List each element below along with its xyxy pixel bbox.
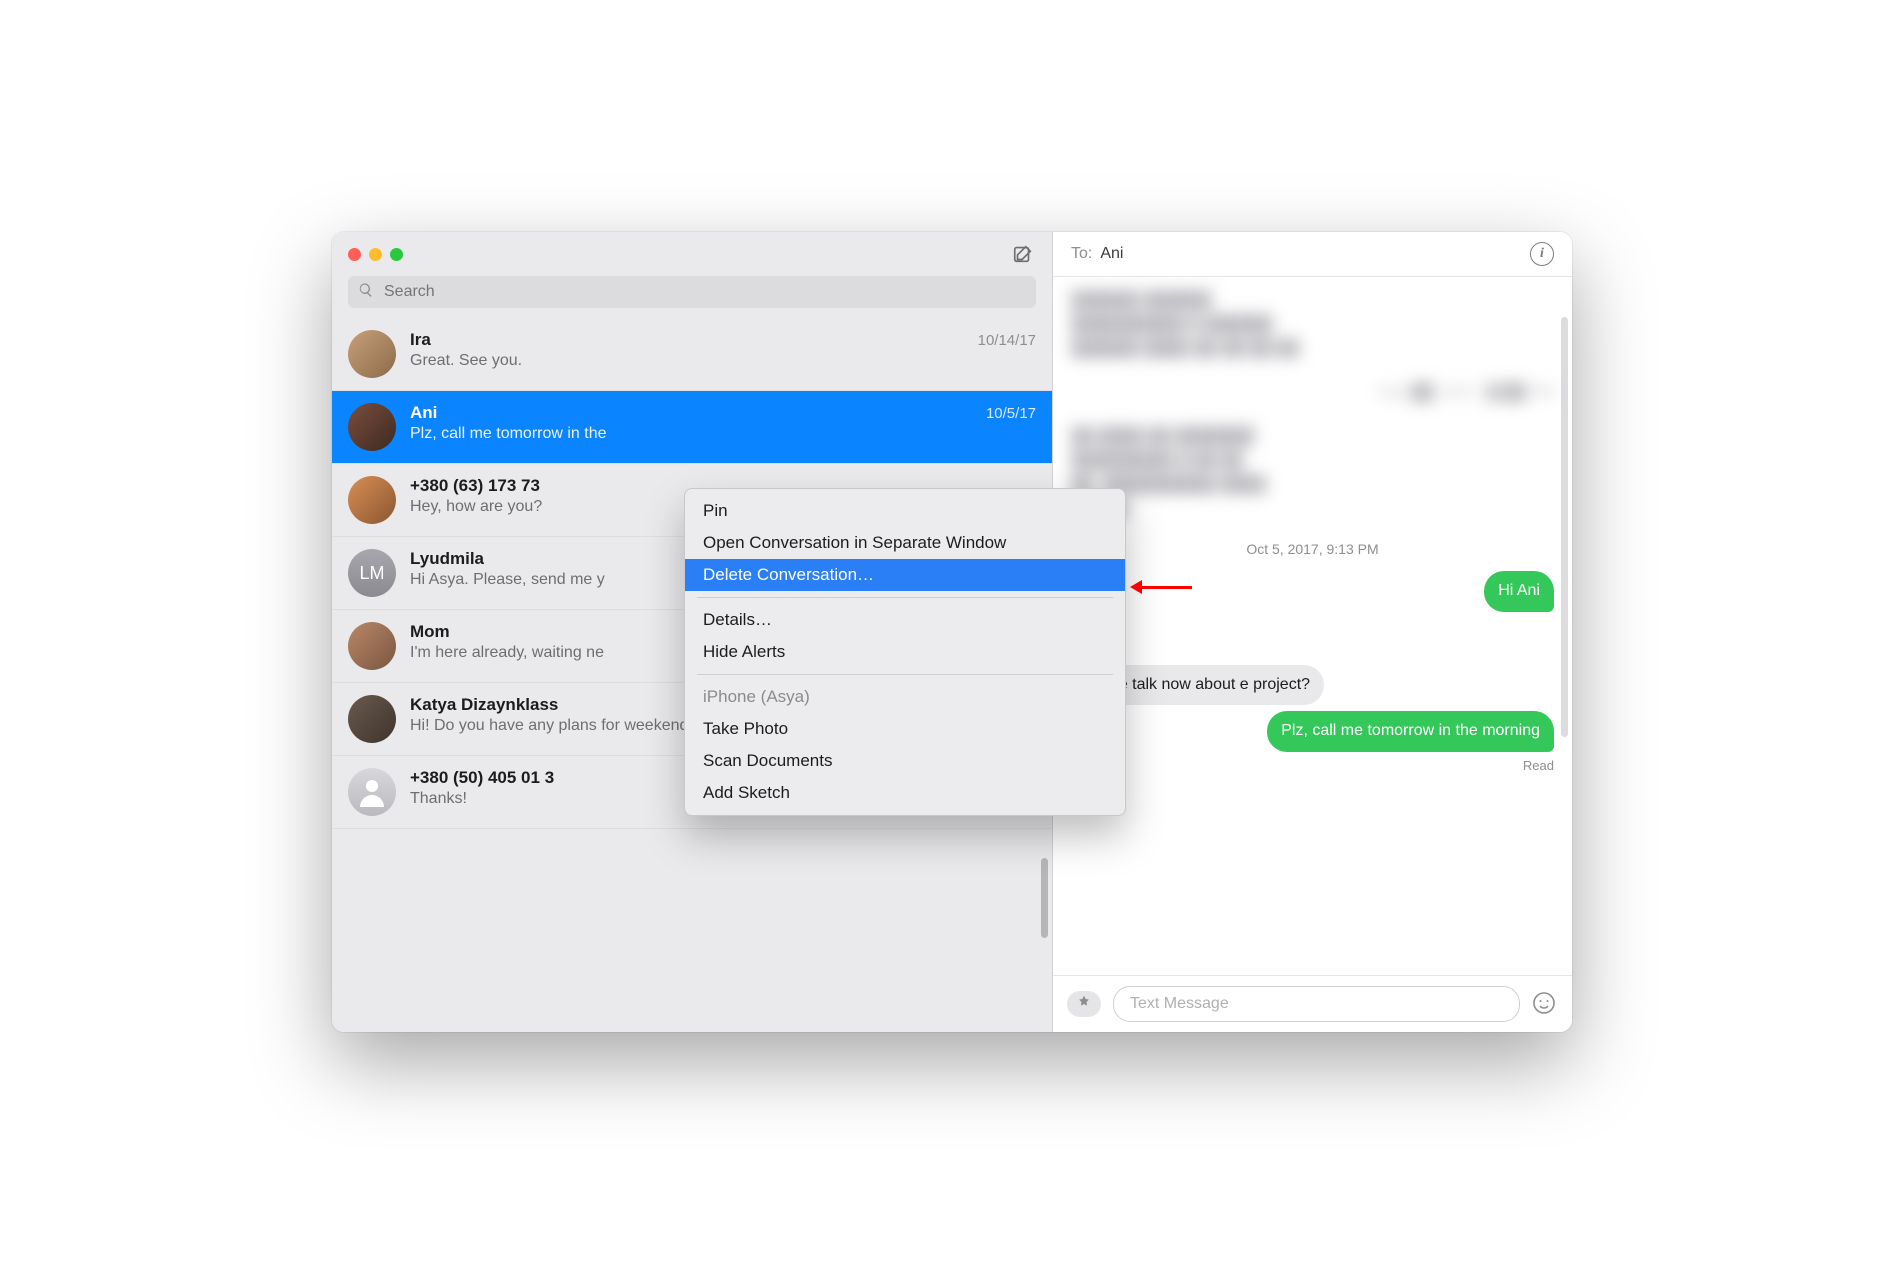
message-field[interactable] [1113, 986, 1520, 1022]
avatar [348, 622, 396, 670]
to-name: Ani [1100, 245, 1123, 263]
menu-item-pin[interactable]: Pin [685, 495, 1125, 527]
titlebar [332, 232, 1052, 276]
conversation-date: 10/14/17 [978, 332, 1036, 349]
conversation-name: Ira [410, 330, 431, 350]
search-field[interactable] [348, 276, 1036, 308]
menu-item-take-photo[interactable]: Take Photo [685, 713, 1125, 745]
emoji-button[interactable] [1532, 991, 1558, 1017]
compose-button[interactable] [1010, 241, 1036, 267]
message-list: ██████ ██████ ██████████ █ ██████ ██████… [1053, 277, 1572, 975]
avatar [348, 330, 396, 378]
avatar [348, 403, 396, 451]
to-label: To: [1071, 245, 1092, 263]
conversation-preview: Great. See you. [410, 352, 1036, 370]
chat-scrollbar[interactable] [1561, 317, 1568, 737]
apps-button[interactable] [1067, 991, 1101, 1017]
window-controls [348, 248, 403, 261]
search-input[interactable] [382, 282, 1026, 302]
menu-item-scan-documents[interactable]: Scan Documents [685, 745, 1125, 777]
menu-separator [697, 674, 1113, 675]
conversation-preview: Plz, call me tomorrow in the [410, 425, 1036, 443]
avatar: LM [348, 549, 396, 597]
conversation-name: Mom [410, 622, 450, 642]
conversation-date: 10/5/17 [986, 405, 1036, 422]
zoom-window-button[interactable] [390, 248, 403, 261]
menu-item-hide-alerts[interactable]: Hide Alerts [685, 636, 1125, 668]
menu-item-delete-conversation[interactable]: Delete Conversation… [685, 559, 1125, 591]
sent-message[interactable]: Plz, call me tomorrow in the morning [1267, 711, 1554, 752]
avatar [348, 768, 396, 816]
close-window-button[interactable] [348, 248, 361, 261]
minimize-window-button[interactable] [369, 248, 382, 261]
sidebar-scrollbar[interactable] [1041, 858, 1048, 938]
search-icon [358, 282, 374, 303]
avatar-initials: LM [359, 563, 384, 584]
conversation-name: Ani [410, 403, 437, 423]
blurred-timestamp: Sep ██, 2017, █:██ PM [1071, 381, 1554, 405]
menu-item-add-sketch[interactable]: Add Sketch [685, 777, 1125, 809]
conversation-name: +380 (50) 405 01 3 [410, 768, 554, 788]
conversation-name: +380 (63) 173 73 [410, 476, 540, 496]
blurred-message: ██ ████ ██ ███████ █████████ █ ██:██ ██.… [1071, 425, 1554, 521]
chat-header: To: Ani i [1053, 232, 1572, 277]
menu-section-header: iPhone (Asya) [685, 681, 1125, 713]
conversation-row[interactable]: Ira 10/14/17 Great. See you. [332, 318, 1052, 391]
message-input[interactable] [1128, 994, 1505, 1014]
menu-item-open-separate[interactable]: Open Conversation in Separate Window [685, 527, 1125, 559]
conversation-name: Katya Dizaynklass [410, 695, 558, 715]
messages-window: Ira 10/14/17 Great. See you. Ani 10/5/17 P… [332, 232, 1572, 1032]
menu-separator [697, 597, 1113, 598]
details-button[interactable]: i [1530, 242, 1554, 266]
composer-bar [1053, 975, 1572, 1032]
sent-message[interactable]: Hi Ani [1484, 571, 1554, 612]
annotation-arrow [1130, 580, 1192, 594]
context-menu: Pin Open Conversation in Separate Window… [684, 488, 1126, 816]
menu-item-details[interactable]: Details… [685, 604, 1125, 636]
chat-pane: To: Ani i ██████ ██████ ██████████ █ ███… [1053, 232, 1572, 1032]
blurred-message: ██████ ██████ ██████████ █ ██████ ██████… [1071, 289, 1554, 361]
conversation-row-selected[interactable]: Ani 10/5/17 Plz, call me tomorrow in the [332, 391, 1052, 464]
avatar [348, 695, 396, 743]
read-receipt: Read [1071, 758, 1554, 773]
conversation-name: Lyudmila [410, 549, 484, 569]
timestamp: Oct 5, 2017, 9:13 PM [1071, 541, 1554, 557]
avatar [348, 476, 396, 524]
